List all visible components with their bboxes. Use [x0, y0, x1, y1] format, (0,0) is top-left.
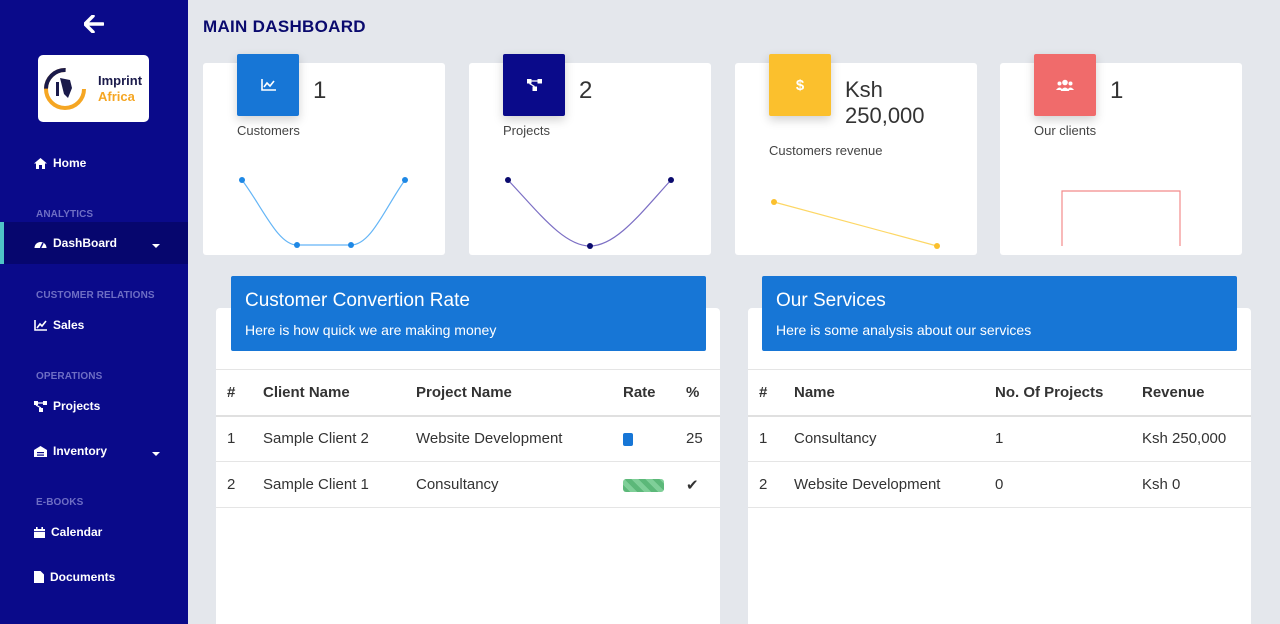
column-header[interactable]: Rate — [623, 369, 686, 417]
rate-progress-bar — [623, 478, 664, 492]
table-row[interactable]: 2 Website Development 0 Ksh 0 — [748, 461, 1251, 508]
project-count: 1 — [995, 415, 1142, 462]
client-name: Sample Client 1 — [263, 461, 416, 508]
sidebar-item-projects[interactable]: Projects — [34, 399, 100, 413]
logo-emblem-icon — [42, 64, 88, 114]
sidebar-item-label: Documents — [50, 570, 116, 584]
column-header[interactable]: Revenue — [1142, 369, 1251, 417]
rate-progress-bar — [623, 432, 633, 446]
column-header[interactable]: % — [686, 369, 720, 417]
client-name: Sample Client 2 — [263, 415, 416, 462]
section-ebooks: E-BOOKS — [36, 497, 84, 508]
table-row[interactable]: 1 Sample Client 2 Website Development 25 — [216, 415, 720, 462]
sidebar-item-label: Projects — [53, 399, 101, 413]
conversion-table: # Client Name Project Name Rate % 1 Samp… — [216, 369, 720, 508]
sidebar-item-inventory[interactable]: Inventory — [34, 444, 107, 458]
row-number: 2 — [216, 461, 263, 508]
rate-cell — [623, 461, 686, 508]
column-header[interactable]: Name — [794, 369, 995, 417]
sparkline-chart — [505, 177, 674, 249]
project-count: 0 — [995, 461, 1142, 508]
sidebar-item-label: DashBoard — [53, 236, 118, 250]
sitemap-icon — [34, 400, 47, 412]
percent-value: 25 — [686, 415, 720, 462]
sidebar-item-label: Calendar — [51, 525, 103, 539]
sidebar: Imprint Africa Home ANALYTICS DashBoard … — [0, 0, 188, 624]
services-panel-header: Our Services Here is some analysis about… — [762, 276, 1237, 351]
file-icon — [34, 571, 44, 583]
column-header[interactable]: Project Name — [416, 369, 623, 417]
sparkline-chart — [1061, 190, 1181, 246]
conversion-panel-header: Customer Convertion Rate Here is how qui… — [231, 276, 706, 351]
service-name: Consultancy — [794, 415, 995, 462]
row-number: 1 — [748, 415, 794, 462]
column-header[interactable]: Client Name — [263, 369, 416, 417]
project-name: Website Development — [416, 415, 623, 462]
services-table: # Name No. Of Projects Revenue 1 Consult… — [748, 369, 1251, 508]
conversion-rate-panel: # Client Name Project Name Rate % 1 Samp… — [216, 308, 720, 624]
panel-title: Customer Convertion Rate — [245, 290, 470, 311]
sidebar-item-home[interactable]: Home — [34, 156, 86, 170]
project-name: Consultancy — [416, 461, 623, 508]
sidebar-item-label: Sales — [53, 318, 85, 332]
section-analytics: ANALYTICS — [36, 209, 94, 220]
row-number: 2 — [748, 461, 794, 508]
sidebar-item-label: Home — [53, 156, 87, 170]
sidebar-item-dashboard[interactable]: DashBoard — [34, 236, 117, 250]
sidebar-item-sales[interactable]: Sales — [34, 318, 84, 332]
back-arrow-icon[interactable] — [83, 12, 105, 36]
sidebar-item-label: Inventory — [53, 444, 108, 458]
panel-title: Our Services — [776, 290, 886, 311]
logo-text-africa: Africa — [98, 88, 135, 104]
table-row[interactable]: 2 Sample Client 1 Consultancy ✔ — [216, 461, 720, 508]
home-icon — [34, 157, 47, 169]
column-header[interactable]: # — [748, 369, 794, 417]
warehouse-icon — [34, 445, 47, 457]
check-icon: ✔ — [686, 461, 720, 508]
panel-subtitle: Here is some analysis about our services — [776, 322, 1032, 338]
service-name: Website Development — [794, 461, 995, 508]
rate-cell — [623, 415, 686, 462]
sidebar-item-documents[interactable]: Documents — [34, 570, 115, 584]
panel-subtitle: Here is how quick we are making money — [245, 322, 497, 338]
section-operations: OPERATIONS — [36, 371, 103, 382]
page-title: MAIN DASHBOARD — [203, 17, 366, 36]
chevron-down-icon[interactable] — [152, 452, 160, 456]
stat-card-revenue[interactable]: $ Ksh 250,000 Customers revenue — [735, 54, 977, 255]
revenue-value: Ksh 0 — [1142, 461, 1251, 508]
stat-card-clients[interactable]: 1 Our clients — [1000, 54, 1242, 255]
stat-card-customers[interactable]: 1 Customers — [203, 54, 445, 255]
dashboard-gauge-icon — [34, 241, 47, 248]
sparkline-chart — [239, 177, 408, 248]
column-header[interactable]: # — [216, 369, 263, 417]
services-panel: # Name No. Of Projects Revenue 1 Consult… — [748, 308, 1251, 624]
stat-card-projects[interactable]: 2 Projects — [469, 54, 711, 255]
column-header[interactable]: No. Of Projects — [995, 369, 1142, 417]
calendar-icon — [34, 526, 45, 538]
sidebar-item-calendar[interactable]: Calendar — [34, 525, 102, 539]
sparkline-chart — [771, 199, 940, 249]
table-header-row: # Client Name Project Name Rate % — [216, 369, 720, 417]
company-logo[interactable]: Imprint Africa — [38, 55, 149, 122]
revenue-value: Ksh 250,000 — [1142, 415, 1251, 462]
chevron-down-icon[interactable] — [152, 244, 160, 248]
section-customer-relations: CUSTOMER RELATIONS — [36, 290, 155, 301]
table-row[interactable]: 1 Consultancy 1 Ksh 250,000 — [748, 415, 1251, 462]
chart-line-icon — [34, 319, 47, 331]
table-header-row: # Name No. Of Projects Revenue — [748, 369, 1251, 417]
row-number: 1 — [216, 415, 263, 462]
logo-text-imprint: Imprint — [98, 72, 143, 88]
